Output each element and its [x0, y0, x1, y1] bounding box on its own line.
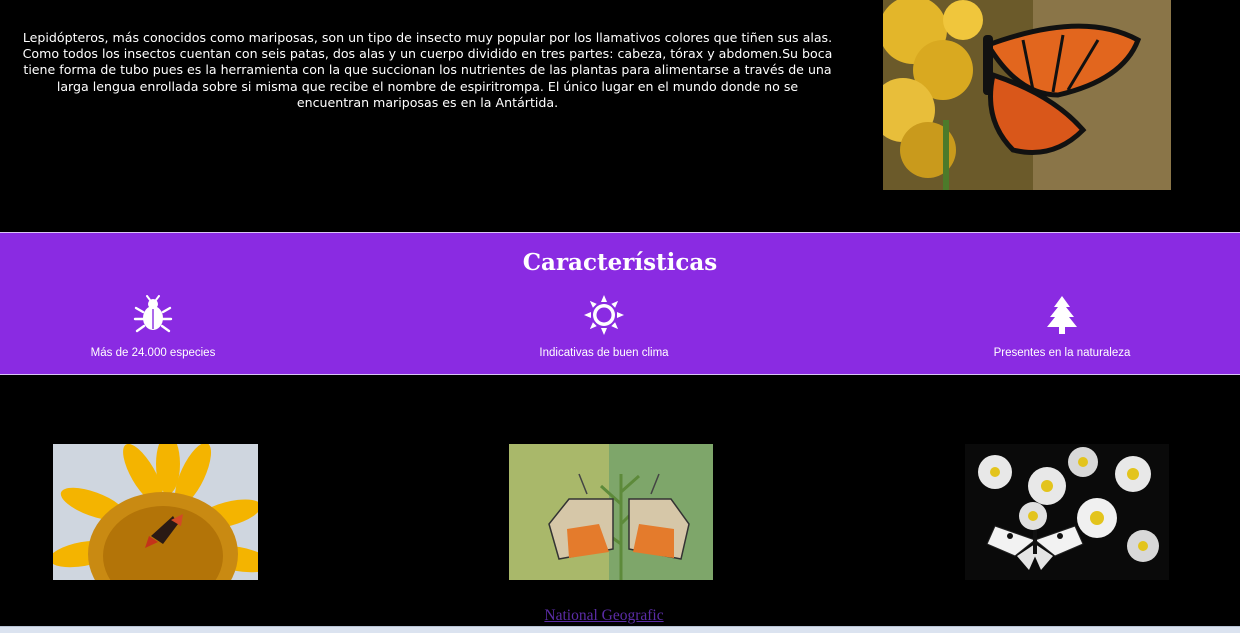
gallery-image-daisies: [965, 444, 1169, 580]
feature-climate: Indicativas de buen clima: [494, 295, 714, 359]
feature-species-label: Más de 24.000 especies: [90, 347, 216, 359]
window-bottom-strip: [0, 626, 1240, 633]
feature-nature-label: Presentes en la naturaleza: [993, 347, 1131, 359]
tree-icon: [1047, 296, 1077, 334]
gallery-image-twin-butterflies: [509, 444, 713, 580]
features-section: Características Más de 24.000 especies I…: [0, 232, 1240, 375]
features-title: Características: [522, 249, 718, 276]
national-geographic-link[interactable]: National Geografic: [0, 607, 1208, 625]
gallery-image-sunflower: [53, 444, 258, 580]
bug-icon: [133, 295, 173, 333]
sun-icon: [584, 295, 624, 335]
feature-nature: Presentes en la naturaleza: [952, 295, 1172, 359]
monarch-butterfly-image: [883, 0, 1171, 190]
intro-paragraph: Lepidópteros, más conocidos como maripos…: [22, 30, 833, 110]
feature-climate-label: Indicativas de buen clima: [539, 347, 669, 359]
feature-species: Más de 24.000 especies: [43, 295, 263, 359]
